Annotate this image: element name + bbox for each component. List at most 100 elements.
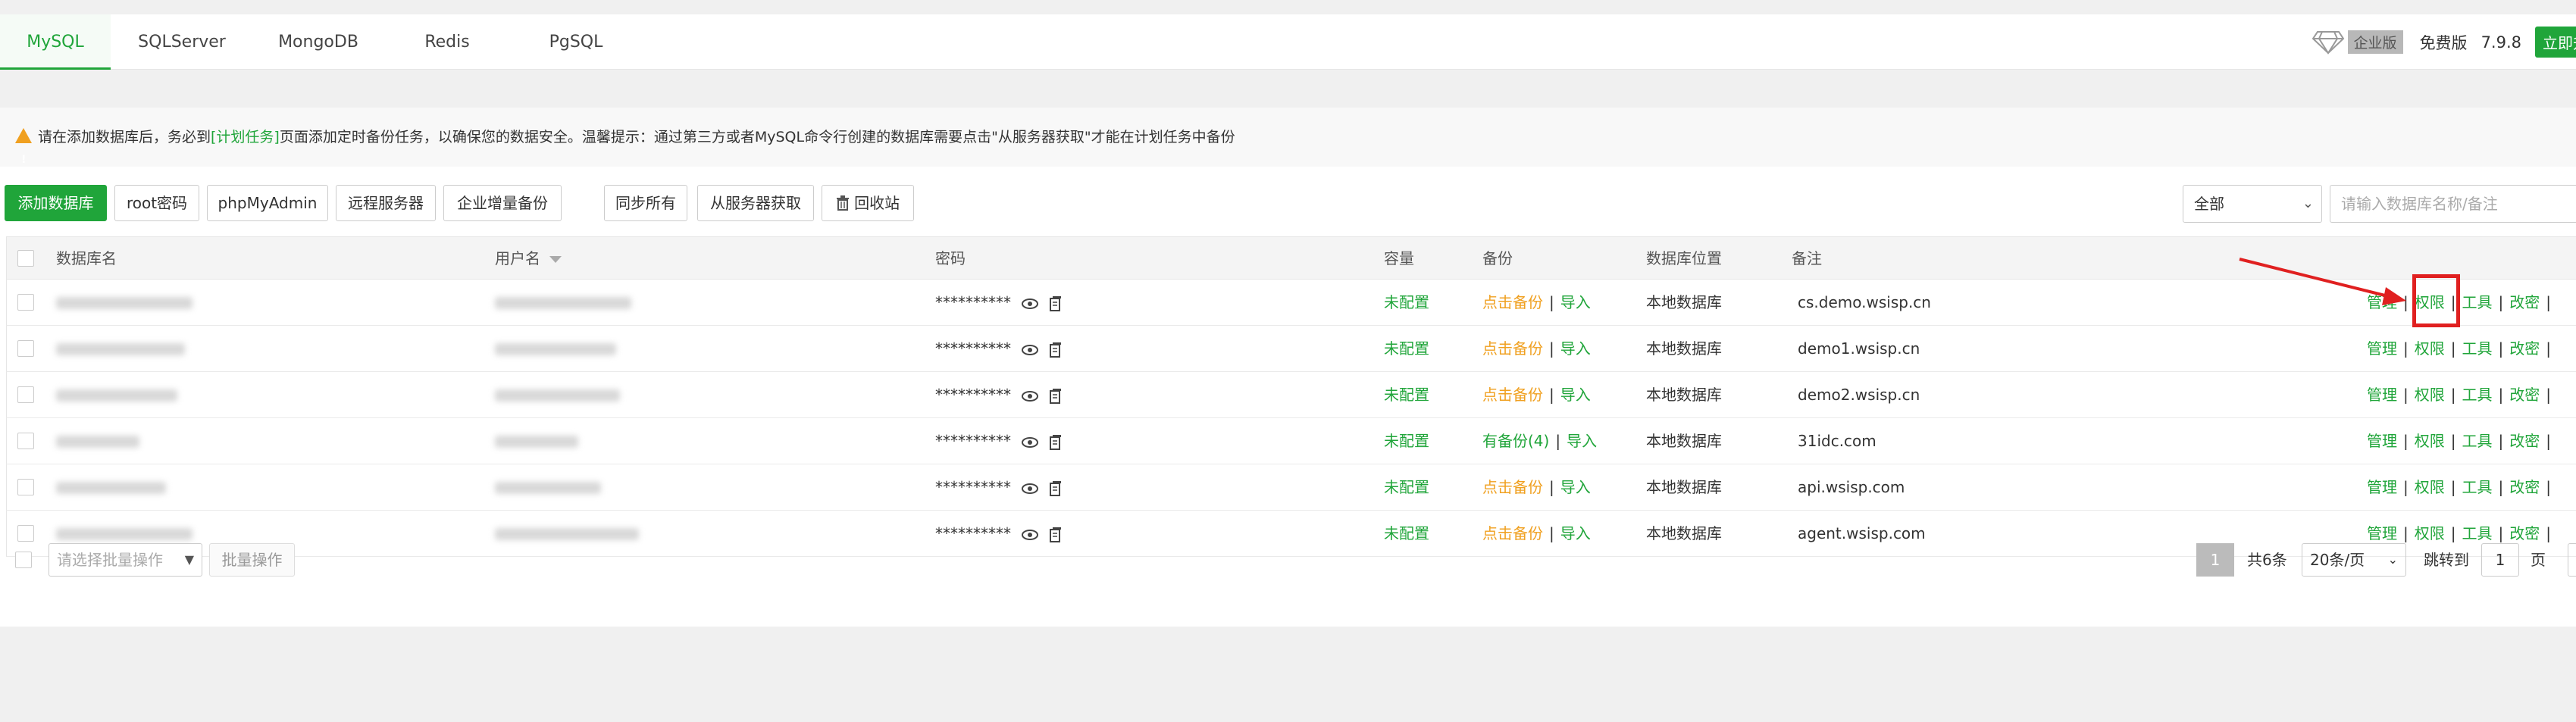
header-username[interactable]: 用户名	[495, 237, 562, 280]
copy-icon[interactable]	[1049, 434, 1062, 450]
eye-icon[interactable]	[1022, 298, 1039, 309]
eye-icon[interactable]	[1022, 529, 1039, 540]
free-version-label: 免费版	[2419, 33, 2468, 52]
phpmyadmin-button[interactable]: phpMyAdmin	[207, 185, 328, 221]
row-checkbox[interactable]	[17, 525, 34, 542]
upgrade-button[interactable]: 立即升级	[2535, 27, 2576, 58]
sort-icon[interactable]	[549, 256, 562, 263]
copy-icon[interactable]	[1049, 480, 1062, 496]
copy-icon[interactable]	[1049, 342, 1062, 358]
capacity-link[interactable]: 未配置	[1384, 418, 1429, 464]
remark-cell[interactable]: api.wsisp.com	[1798, 464, 1905, 511]
manage-link[interactable]: 管理	[2367, 478, 2397, 496]
import-link[interactable]: 导入	[1560, 478, 1591, 496]
tools-link[interactable]: 工具	[2462, 478, 2493, 496]
remark-cell[interactable]: cs.demo.wsisp.cn	[1798, 280, 1931, 326]
tab-pgsql[interactable]: PgSQL	[544, 14, 608, 70]
sync-all-button[interactable]: 同步所有	[604, 185, 687, 221]
change-password-link[interactable]: 改密	[2509, 478, 2540, 496]
search-input[interactable]: 请输入数据库名称/备注	[2330, 185, 2576, 223]
row-checkbox[interactable]	[17, 386, 34, 403]
tools-link[interactable]: 工具	[2462, 339, 2493, 358]
import-link[interactable]: 导入	[1560, 524, 1591, 542]
change-password-link[interactable]: 改密	[2509, 339, 2540, 358]
permission-link[interactable]: 权限	[2415, 339, 2445, 358]
row-checkbox[interactable]	[17, 479, 34, 495]
backup-link[interactable]: 点击备份	[1482, 293, 1543, 311]
eye-icon[interactable]	[1022, 344, 1039, 355]
eye-icon[interactable]	[1022, 436, 1039, 448]
tab-sqlserver[interactable]: SQLServer	[129, 14, 235, 70]
eye-icon[interactable]	[1022, 483, 1039, 494]
change-password-link[interactable]: 改密	[2509, 432, 2540, 450]
remark-cell[interactable]: demo1.wsisp.cn	[1798, 326, 1920, 372]
manage-link[interactable]: 管理	[2367, 386, 2397, 404]
import-link[interactable]: 导入	[1567, 432, 1597, 450]
jump-page-input[interactable]: 1	[2481, 543, 2519, 577]
import-link[interactable]: 导入	[1560, 293, 1591, 311]
eye-icon[interactable]	[1022, 390, 1039, 402]
backup-cell: 有备份(4) | 导入	[1482, 418, 1597, 464]
remote-server-button[interactable]: 远程服务器	[336, 185, 436, 221]
password-mask: **********	[935, 432, 1011, 450]
current-page[interactable]: 1	[2196, 543, 2234, 577]
remark-cell[interactable]: 31idc.com	[1798, 418, 1876, 464]
add-database-button[interactable]: 添加数据库	[5, 185, 107, 221]
batch-operation-button[interactable]: 批量操作	[209, 543, 295, 577]
location-cell: 本地数据库	[1646, 432, 1722, 450]
separator: |	[1549, 524, 1554, 542]
backup-link[interactable]: 点击备份	[1482, 386, 1543, 404]
separator: |	[2546, 386, 2551, 404]
tools-link[interactable]: 工具	[2462, 432, 2493, 450]
fetch-from-server-button[interactable]: 从服务器获取	[697, 185, 814, 221]
separator: |	[1549, 478, 1554, 496]
tools-link[interactable]: 工具	[2462, 524, 2493, 542]
root-password-button[interactable]: root密码	[114, 185, 199, 221]
backup-link[interactable]: 点击备份	[1482, 339, 1543, 358]
header-db-name[interactable]: 数据库名	[56, 237, 117, 280]
select-all-checkbox[interactable]	[17, 250, 34, 267]
page-size-select[interactable]: 20条/页 ⌄	[2302, 543, 2406, 577]
row-checkbox[interactable]	[17, 433, 34, 449]
copy-icon[interactable]	[1049, 295, 1062, 311]
permission-link[interactable]: 权限	[2415, 386, 2445, 404]
manage-link[interactable]: 管理	[2367, 524, 2397, 542]
change-password-link[interactable]: 改密	[2509, 524, 2540, 542]
backup-link[interactable]: 点击备份	[1482, 478, 1543, 496]
manage-link[interactable]: 管理	[2367, 339, 2397, 358]
separator: |	[2546, 293, 2551, 311]
filter-select[interactable]: 全部 ⌄	[2183, 185, 2322, 223]
batch-operation-select[interactable]: 请选择批量操作 ▼	[49, 543, 202, 577]
enterprise-badge[interactable]: 企业版	[2347, 30, 2403, 54]
jump-go-button[interactable]	[2568, 543, 2576, 577]
recycle-bin-button[interactable]: 回收站	[822, 185, 914, 221]
import-link[interactable]: 导入	[1560, 386, 1591, 404]
password-cell: **********	[935, 464, 1062, 511]
backup-link[interactable]: 点击备份	[1482, 524, 1543, 542]
cron-task-link[interactable]: [计划任务]	[211, 129, 280, 145]
change-password-link[interactable]: 改密	[2509, 293, 2540, 311]
backup-link[interactable]: 有备份(4)	[1482, 432, 1549, 450]
capacity-link[interactable]: 未配置	[1384, 280, 1429, 326]
change-password-link[interactable]: 改密	[2509, 386, 2540, 404]
tab-mongodb[interactable]: MongoDB	[269, 14, 368, 70]
remark-cell[interactable]: demo2.wsisp.cn	[1798, 372, 1920, 418]
enterprise-backup-button[interactable]: 企业增量备份	[443, 185, 562, 221]
capacity-link[interactable]: 未配置	[1384, 326, 1429, 372]
permission-link[interactable]: 权限	[2415, 478, 2445, 496]
tab-redis[interactable]: Redis	[417, 14, 477, 70]
manage-link[interactable]: 管理	[2367, 432, 2397, 450]
capacity-link[interactable]: 未配置	[1384, 372, 1429, 418]
tab-mysql[interactable]: MySQL	[0, 14, 111, 70]
import-link[interactable]: 导入	[1560, 339, 1591, 358]
row-checkbox[interactable]	[17, 340, 34, 357]
capacity-link[interactable]: 未配置	[1384, 464, 1429, 511]
tools-link[interactable]: 工具	[2462, 293, 2493, 311]
permission-link[interactable]: 权限	[2415, 524, 2445, 542]
permission-link[interactable]: 权限	[2415, 432, 2445, 450]
footer-select-all-checkbox[interactable]	[15, 552, 32, 568]
copy-icon[interactable]	[1049, 388, 1062, 404]
tools-link[interactable]: 工具	[2462, 386, 2493, 404]
copy-icon[interactable]	[1049, 527, 1062, 542]
row-checkbox[interactable]	[17, 294, 34, 311]
